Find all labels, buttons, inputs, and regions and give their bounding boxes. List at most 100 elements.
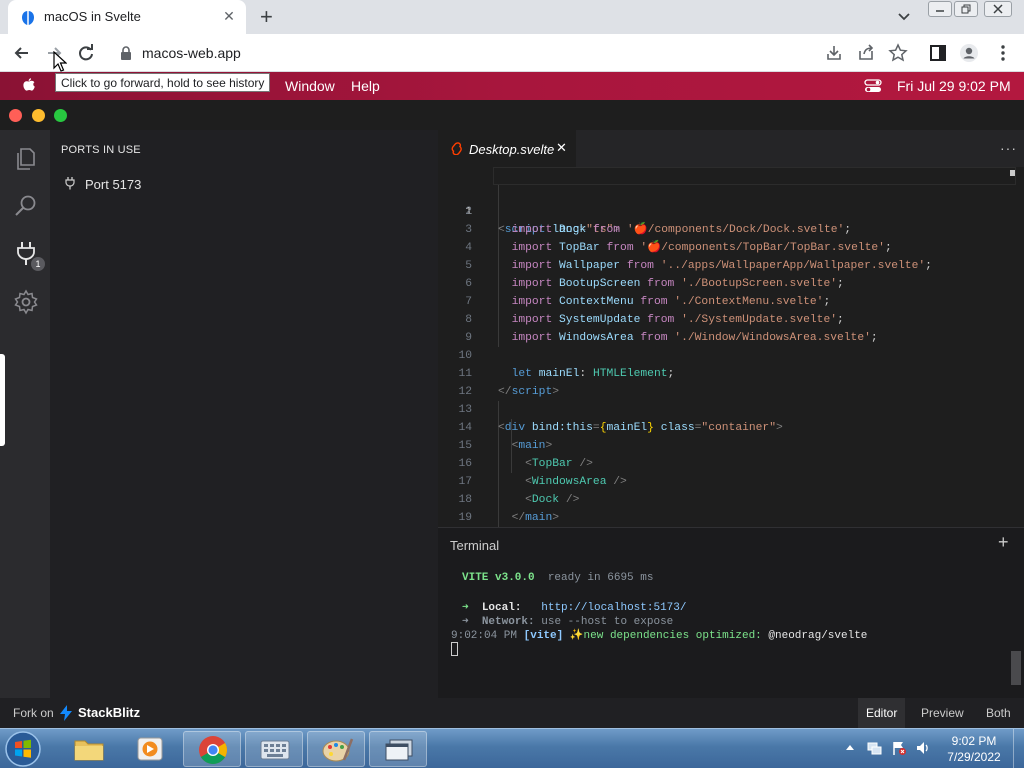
code-line: 13 <div bind:this={mainEl} class="contai… <box>438 383 1024 434</box>
forward-tooltip: Click to go forward, hold to see history <box>55 73 271 92</box>
terminal-line: ➜ Network: use --host to expose <box>462 616 674 628</box>
side-drawer-handle[interactable] <box>0 354 5 446</box>
terminal-line: 9:02:04 PM [vite] ✨new dependencies opti… <box>451 630 868 642</box>
control-center-icon[interactable] <box>864 79 882 93</box>
chrome-menu-icon[interactable] <box>993 43 1013 63</box>
bookmark-star-icon[interactable] <box>888 43 908 63</box>
code-line: 2 import Dock from '🍎/components/Dock/Do… <box>438 185 1024 236</box>
explorer-files-icon[interactable] <box>13 145 39 171</box>
editor-more-actions-icon[interactable]: ··· <box>1000 140 1017 156</box>
zoom-traffic-light[interactable] <box>54 109 67 122</box>
window-minimize-icon[interactable] <box>928 1 952 17</box>
windows-taskbar: 9:02 PM 7/29/2022 <box>0 728 1024 768</box>
tab-search-chevron-icon[interactable] <box>896 8 912 24</box>
volume-tray-icon[interactable] <box>915 740 931 756</box>
ports-count-badge: 1 <box>31 257 45 271</box>
share-icon[interactable] <box>856 43 876 63</box>
terminal-scrollbar[interactable] <box>1011 651 1021 685</box>
network-tray-icon[interactable] <box>866 740 882 756</box>
editor-tab-desktop-svelte[interactable]: Desktop.svelte ✕ <box>438 130 576 167</box>
ports-sidebar: PORTS IN USE Port 5173 <box>50 130 438 698</box>
code-area[interactable]: 1 <script lang="ts"> 2 import Dock from … <box>438 167 1024 527</box>
window-close-icon[interactable] <box>984 1 1012 17</box>
svelte-file-icon <box>451 142 462 155</box>
taskbar-onscreen-keyboard[interactable] <box>245 731 303 767</box>
code-line: 1 <script lang="ts"> <box>438 167 1024 236</box>
windows-start-orb-icon[interactable] <box>4 730 42 768</box>
activity-bar: 1 <box>0 130 50 698</box>
view-both-button[interactable]: Both <box>978 698 1019 728</box>
url-text: macos-web.app <box>142 45 241 61</box>
paint-palette-icon <box>322 738 354 762</box>
stackblitz-window: 1 PORTS IN USE Port 5173 Desktop.svelte … <box>0 100 1024 728</box>
taskbar-chrome[interactable] <box>183 731 241 767</box>
window-titlebar <box>0 100 1024 130</box>
window-restore-icon[interactable] <box>954 1 978 17</box>
tab-close-icon[interactable]: ✕ <box>220 8 238 25</box>
mouse-cursor-icon <box>53 51 67 72</box>
taskbar-explorer[interactable] <box>60 731 118 767</box>
stackblitz-brand[interactable]: StackBlitz <box>78 705 140 720</box>
new-terminal-icon[interactable]: + <box>998 532 1009 553</box>
chrome-icon <box>199 736 227 764</box>
port-item[interactable]: Port 5173 <box>85 177 141 192</box>
browser-tab[interactable]: macOS in Svelte ✕ <box>8 0 246 34</box>
taskbar-media-player[interactable] <box>121 731 179 767</box>
settings-gear-icon[interactable] <box>13 289 39 315</box>
windows-stack-icon <box>385 739 413 761</box>
show-desktop-button[interactable] <box>1013 729 1024 768</box>
code-line: 8 import WindowsArea from './Window/Wind… <box>438 293 1024 344</box>
macos-favicon-icon <box>22 11 34 25</box>
taskbar-window-switcher[interactable] <box>369 731 427 767</box>
taskbar-time: 9:02 PM <box>951 734 997 748</box>
code-line: 18 </main> <box>438 473 1024 524</box>
port-plug-icon <box>65 177 75 190</box>
lock-icon[interactable] <box>120 46 132 60</box>
keyboard-icon <box>260 740 290 760</box>
code-line: 19 <box>438 491 1024 524</box>
taskbar-paint[interactable] <box>307 731 365 767</box>
code-line: 15 <TopBar /> <box>438 419 1024 470</box>
code-editor: Desktop.svelte ✕ ··· 1 <script lang="ts"… <box>438 130 1024 527</box>
address-bar[interactable]: macos-web.app <box>110 39 920 67</box>
profile-avatar-icon[interactable] <box>959 43 979 63</box>
fork-on-label[interactable]: Fork on <box>13 706 54 720</box>
editor-tab-close-icon[interactable]: ✕ <box>556 140 567 156</box>
code-line: 9 <box>438 311 1024 344</box>
browser-tabstrip: macOS in Svelte ✕ + <box>0 0 1024 34</box>
code-line: 16 <WindowsArea /> <box>438 437 1024 488</box>
search-icon[interactable] <box>13 193 39 219</box>
editor-tabs: Desktop.svelte ✕ ··· <box>438 130 1024 167</box>
editor-tab-title: Desktop.svelte <box>469 142 555 157</box>
menu-help[interactable]: Help <box>351 78 380 94</box>
terminal-cursor <box>451 642 458 656</box>
code-line: 5 import BootupScreen from './BootupScre… <box>438 239 1024 290</box>
taskbar-date: 7/29/2022 <box>947 750 1001 764</box>
code-line: 3 import TopBar from '🍎/components/TopBa… <box>438 203 1024 254</box>
tray-overflow-icon[interactable] <box>845 743 855 751</box>
view-preview-button[interactable]: Preview <box>913 698 972 728</box>
minimize-traffic-light[interactable] <box>32 109 45 122</box>
code-line: 17 <Dock /> <box>438 455 1024 506</box>
tab-title: macOS in Svelte <box>44 9 141 24</box>
taskbar-clock[interactable]: 9:02 PM 7/29/2022 <box>940 733 1008 765</box>
browser-toolbar: macos-web.app <box>0 34 1024 72</box>
close-traffic-light[interactable] <box>9 109 22 122</box>
terminal-panel[interactable]: Terminal + VITE v3.0.0 ready in 6695 ms … <box>438 527 1024 698</box>
install-app-icon[interactable] <box>824 43 844 63</box>
stackblitz-bolt-icon[interactable] <box>60 705 72 721</box>
action-center-flag-icon[interactable] <box>891 740 907 756</box>
code-line: 14 <main> <box>438 401 1024 452</box>
view-editor-button[interactable]: Editor <box>858 698 906 728</box>
back-arrow-icon[interactable] <box>12 43 32 63</box>
ports-header: PORTS IN USE <box>61 144 141 156</box>
apple-logo-icon[interactable] <box>20 77 37 94</box>
menu-window[interactable]: Window <box>285 78 335 94</box>
code-line: 7 import SystemUpdate from './SystemUpda… <box>438 275 1024 326</box>
stackblitz-footer: Fork on StackBlitz Editor Preview Both <box>0 698 1024 728</box>
side-panel-icon[interactable] <box>928 43 948 63</box>
reload-icon[interactable] <box>76 43 96 63</box>
new-tab-icon[interactable]: + <box>260 4 273 30</box>
media-player-icon <box>137 737 163 761</box>
terminal-line: VITE v3.0.0 ready in 6695 ms <box>462 572 654 584</box>
